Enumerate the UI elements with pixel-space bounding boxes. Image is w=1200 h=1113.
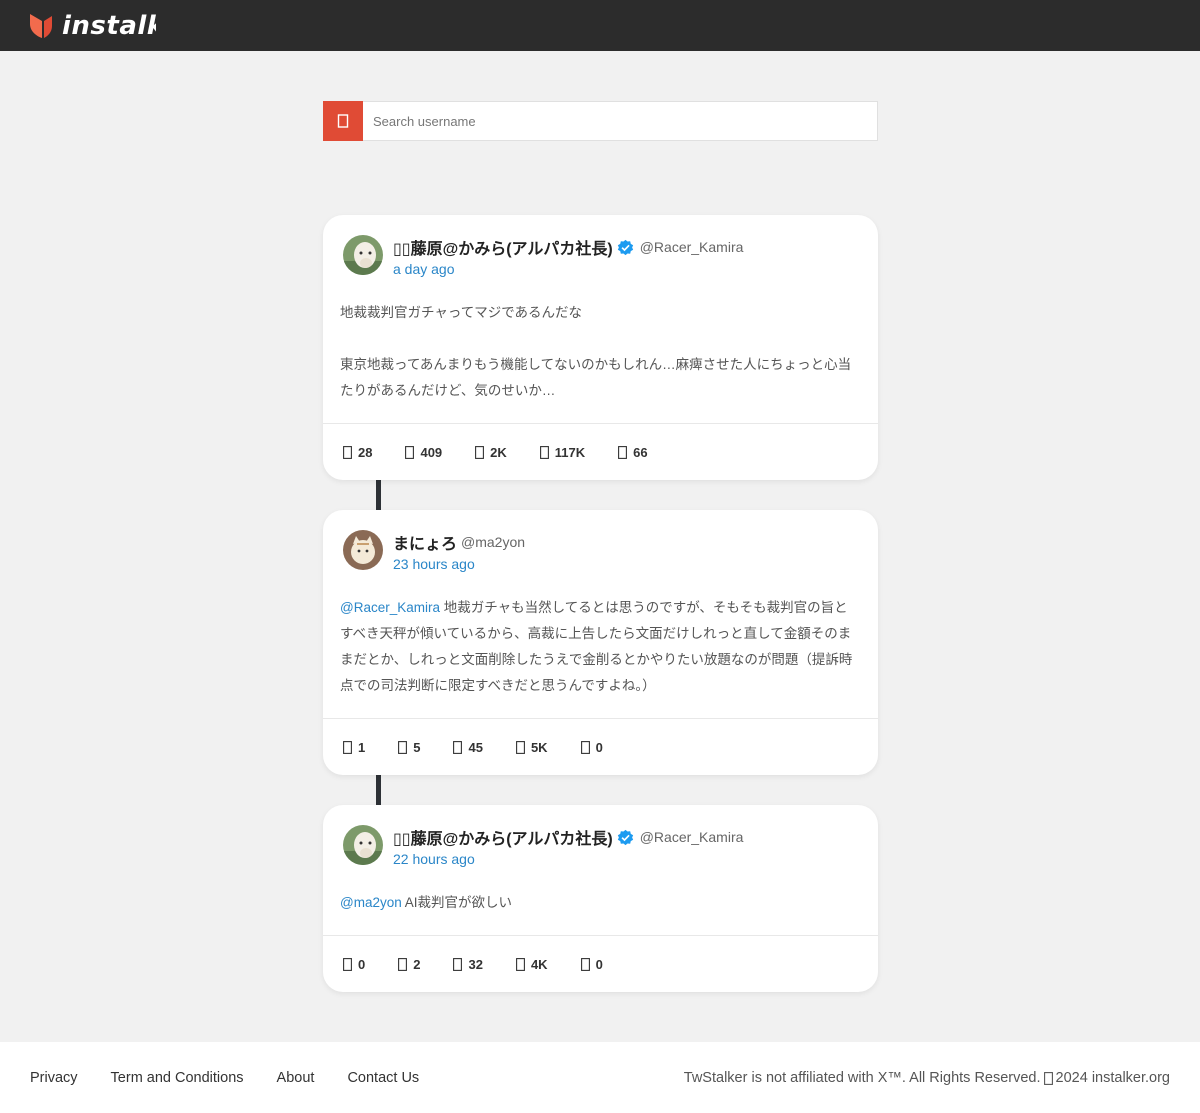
tweet-stats: 1 5 45 5K 0 [323,718,878,775]
placeholder-box-icon [580,957,590,971]
top-navbar: instalk [0,0,1200,51]
placeholder-box-icon [515,740,525,754]
placeholder-box-icon [539,445,549,459]
placeholder-box-icon [343,445,352,459]
placeholder-box-icon [405,445,415,459]
tweet-timestamp[interactable]: a day ago [393,261,743,277]
tweet-card: まにょろ @ma2yon 23 hours ago @Racer_Kamira … [323,510,878,775]
thread-connector [376,774,381,805]
placeholder-box-icon [343,740,352,754]
page-footer: Privacy Term and Conditions About Contac… [0,1042,1200,1113]
retweet-count[interactable]: 2 [398,957,420,972]
like-count[interactable]: 2K [475,445,507,460]
user-handle[interactable]: @Racer_Kamira [640,829,744,845]
avatar[interactable] [343,825,383,865]
placeholder-box-icon [398,957,408,971]
placeholder-box-icon [580,740,590,754]
retweet-count[interactable]: 5 [398,740,420,755]
footer-copyright-text: 2024 instalker.org [1055,1070,1170,1086]
tweet-card: ▯▯藤原@かみら(アルパカ社長) @Racer_Kamira 22 hours … [323,805,878,992]
footer-link-about[interactable]: About [277,1070,315,1086]
placeholder-box-icon [475,445,485,459]
placeholder-box-icon [453,740,463,754]
user-handle[interactable]: @Racer_Kamira [640,239,744,255]
placeholder-box-icon [398,740,408,754]
tweet-card: ▯▯藤原@かみら(アルパカ社長) @Racer_Kamira a day ago… [323,215,878,480]
avatar[interactable] [343,530,383,570]
tweet-timestamp[interactable]: 23 hours ago [393,556,525,572]
reply-count[interactable]: 28 [343,445,372,460]
search-bar [323,101,878,141]
verified-badge-icon [617,829,633,845]
reply-count[interactable]: 1 [343,740,365,755]
tweet-body: AI裁判官が欲しい [401,895,512,910]
search-icon [337,114,349,128]
mention-link[interactable]: @ma2yon [340,895,402,910]
brand-logo[interactable]: instalk [28,10,156,42]
placeholder-box-icon [343,957,352,971]
tweet-text: @ma2yon AI裁判官が欲しい [340,890,858,916]
copyright-icon [1043,1071,1053,1085]
search-input[interactable] [363,102,877,140]
alpaca-avatar-icon [343,235,383,275]
display-name[interactable]: ▯▯藤原@かみら(アルパカ社長) [393,235,613,259]
bookmark-count[interactable]: 66 [618,445,648,460]
bookmark-count[interactable]: 0 [580,957,603,972]
retweet-count[interactable]: 409 [405,445,442,460]
view-count[interactable]: 117K [539,445,585,460]
tweet-text: 地裁裁判官ガチャってマジであるんだな 東京地裁ってあんまりもう機能してないのかも… [340,300,858,404]
avatar[interactable] [343,235,383,275]
footer-link-terms[interactable]: Term and Conditions [111,1070,244,1086]
logo-icon [30,14,52,38]
cat-avatar-icon [343,530,383,570]
thread-connector [376,479,381,510]
view-count[interactable]: 4K [515,957,548,972]
display-name[interactable]: ▯▯藤原@かみら(アルパカ社長) [393,825,613,849]
tweet-paragraph: 東京地裁ってあんまりもう機能してないのかもしれん…麻痺させた人にちょっと心当たり… [340,357,852,398]
footer-disclaimer: TwStalker is not affiliated with X™. All… [683,1070,1041,1086]
display-name[interactable]: まにょろ [393,530,457,554]
like-count[interactable]: 32 [453,957,483,972]
user-handle[interactable]: @ma2yon [461,534,525,550]
placeholder-box-icon [618,445,628,459]
alpaca-avatar-icon [343,825,383,865]
footer-links: Privacy Term and Conditions About Contac… [30,1070,452,1086]
view-count[interactable]: 5K [515,740,548,755]
mention-link[interactable]: @Racer_Kamira [340,600,440,615]
tweet-stats: 28 409 2K 117K 66 [323,423,878,480]
brand-name: instalk [62,11,156,41]
tweet-timestamp[interactable]: 22 hours ago [393,851,743,867]
placeholder-box-icon [453,957,463,971]
verified-badge-icon [617,239,633,255]
reply-count[interactable]: 0 [343,957,365,972]
tweet-text: @Racer_Kamira 地裁ガチャも当然してるとは思うのですが、そもそも裁判… [340,595,858,699]
tweet-paragraph: 地裁裁判官ガチャってマジであるんだな [340,305,583,320]
search-button[interactable] [323,101,363,141]
placeholder-box-icon [515,957,525,971]
footer-link-privacy[interactable]: Privacy [30,1070,78,1086]
footer-copyright: TwStalker is not affiliated with X™. All… [684,1070,1170,1086]
tweet-stats: 0 2 32 4K 0 [323,935,878,992]
like-count[interactable]: 45 [453,740,483,755]
bookmark-count[interactable]: 0 [580,740,603,755]
footer-link-contact[interactable]: Contact Us [347,1070,419,1086]
